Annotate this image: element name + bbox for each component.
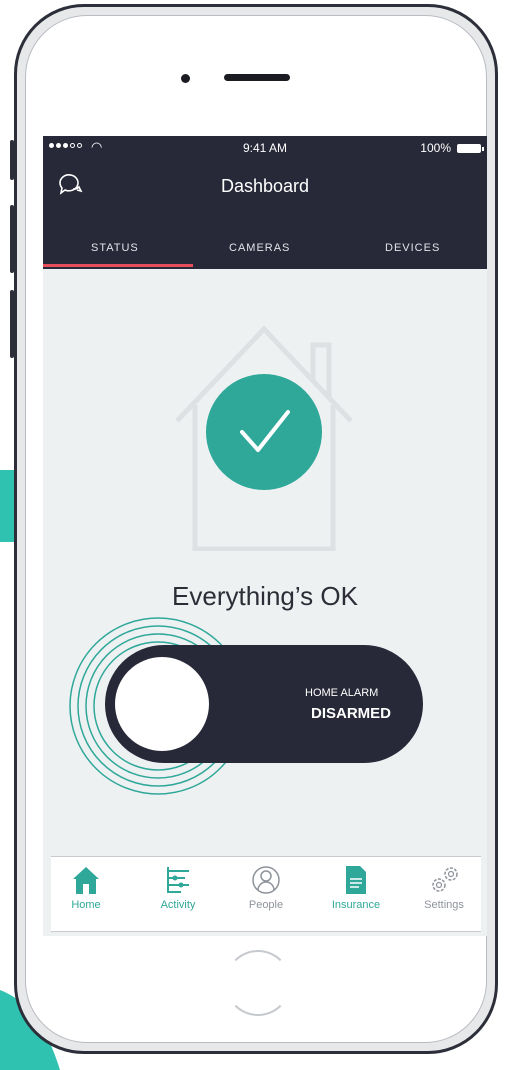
- nav-item-people[interactable]: People: [231, 865, 301, 911]
- app-screen: ◠ 9:41 AM 100% Dashboard STATUS CAMERAS …: [43, 136, 487, 936]
- nav-item-activity[interactable]: Activity: [143, 865, 213, 911]
- battery-percent: 100%: [420, 141, 451, 155]
- nav-label-insurance: Insurance: [331, 899, 381, 911]
- house-icon: [73, 867, 99, 894]
- home-button[interactable]: [225, 950, 291, 1016]
- page-title: Dashboard: [220, 176, 310, 196]
- alarm-toggle[interactable]: HOME ALARM DISARMED: [105, 645, 423, 763]
- status-ok-badge: [206, 374, 322, 490]
- side-button-volume-down: [10, 290, 14, 358]
- alarm-state: DISARMED: [311, 705, 392, 722]
- document-icon: [346, 866, 366, 894]
- status-bar: ◠ 9:41 AM 100%: [43, 139, 487, 156]
- toggle-knob[interactable]: [115, 657, 209, 751]
- gears-icon: [432, 867, 458, 892]
- tab-status[interactable]: STATUS: [91, 242, 139, 254]
- front-camera: [181, 74, 190, 83]
- active-tab-indicator: [43, 264, 193, 267]
- nav-item-settings[interactable]: Settings: [409, 865, 479, 911]
- nav-label-settings: Settings: [424, 899, 464, 911]
- person-icon: [252, 866, 280, 894]
- alarm-label: HOME ALARM: [305, 687, 379, 699]
- battery-icon: [457, 144, 484, 153]
- nav-item-insurance[interactable]: Insurance: [321, 865, 391, 911]
- status-message: Everything’s OK: [172, 581, 358, 611]
- tab-cameras[interactable]: CAMERAS: [229, 242, 290, 254]
- check-icon: [240, 410, 290, 452]
- earpiece-speaker: [224, 74, 290, 81]
- nav-label-home: Home: [71, 899, 101, 911]
- nav-item-home[interactable]: Home: [51, 865, 121, 911]
- nav-label-people: People: [248, 899, 284, 911]
- tab-devices[interactable]: DEVICES: [385, 242, 440, 254]
- side-button-volume-up: [10, 205, 14, 273]
- side-button-mute: [10, 140, 14, 180]
- top-bar: ◠ 9:41 AM 100% Dashboard STATUS CAMERAS …: [43, 136, 487, 269]
- nav-label-activity: Activity: [160, 899, 196, 911]
- activity-list-icon: [167, 867, 189, 893]
- bottom-nav: Home Activity People Insurance Settings: [51, 856, 481, 932]
